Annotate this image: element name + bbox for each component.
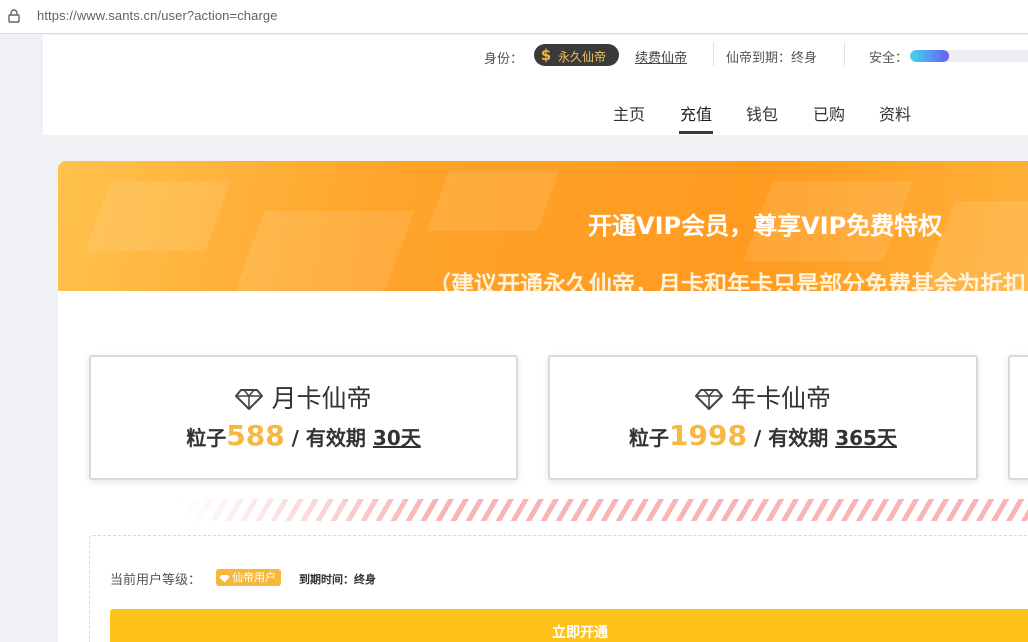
vip-banner: 开通VIP会员，尊享VIP免费特权 （建议开通永久仙帝，月卡和年卡只是部分免费其…	[58, 161, 1028, 291]
plan-title: 月卡仙帝	[91, 379, 516, 415]
level-badge: 仙帝用户	[216, 569, 281, 586]
validity-label: / 有效期	[746, 426, 836, 450]
validity-label: / 有效期	[284, 426, 373, 450]
decorative-stripes	[178, 499, 1028, 521]
banner-title: 开通VIP会员，尊享VIP免费特权	[588, 212, 943, 240]
price-value: 588	[226, 419, 285, 452]
diamond-icon	[694, 389, 723, 410]
identity-badge: $ 永久仙帝	[534, 44, 619, 66]
plan-card-yearly[interactable]: 年卡仙帝 粒子1998 / 有效期 365天	[548, 355, 978, 480]
identity-badge-label: 永久仙帝	[558, 50, 607, 64]
safety-label: 安全：	[869, 51, 909, 66]
plan-name: 月卡仙帝	[271, 384, 372, 413]
diamond-icon	[235, 389, 264, 410]
price-value: 1998	[669, 419, 747, 452]
level-badge-label: 仙帝用户	[232, 571, 276, 584]
divider	[844, 42, 845, 66]
lock-icon	[8, 9, 20, 23]
banner-decoration	[427, 171, 559, 231]
banner-decoration	[231, 211, 415, 291]
nav-recharge[interactable]: 充值	[680, 101, 712, 125]
banner-subtitle: （建议开通永久仙帝，月卡和年卡只是部分免费其余为折扣	[428, 272, 1026, 291]
dollar-coin-icon: $	[540, 46, 552, 64]
nav-wallet[interactable]: 钱包	[746, 101, 778, 125]
plan-card-partial[interactable]	[1008, 355, 1028, 480]
open-now-label: 立即开通	[552, 625, 608, 641]
main-content: 开通VIP会员，尊享VIP免费特权 （建议开通永久仙帝，月卡和年卡只是部分免费其…	[58, 161, 1028, 642]
browser-address-bar[interactable]: https://www.sants.cn/user?action=charge	[0, 0, 1028, 34]
identity-label: 身份：	[484, 52, 524, 67]
price-prefix: 粒子	[629, 426, 670, 450]
safety-progress-bar	[910, 50, 1028, 62]
plan-card-monthly[interactable]: 月卡仙帝 粒子588 / 有效期 30天	[89, 355, 518, 480]
plan-price: 粒子1998 / 有效期 365天	[550, 419, 976, 452]
url-text[interactable]: https://www.sants.cn/user?action=charge	[37, 8, 278, 23]
open-now-button[interactable]: 立即开通	[110, 609, 1028, 642]
nav-purchased[interactable]: 已购	[813, 101, 845, 125]
expire-text: 仙帝到期：终身	[726, 51, 818, 66]
divider	[713, 42, 714, 66]
validity-value: 365天	[835, 426, 897, 450]
banner-decoration	[85, 181, 231, 251]
plan-price: 粒子588 / 有效期 30天	[91, 419, 516, 452]
user-header: 身份： $ 永久仙帝 续费仙帝 仙帝到期：终身 安全： 主页 充值 钱包 已购 …	[43, 35, 1028, 135]
nav-profile[interactable]: 资料	[879, 101, 911, 125]
validity-value: 30天	[372, 426, 421, 450]
membership-status-panel: 当前用户等级： 仙帝用户 到期时间：终身 立即开通	[89, 535, 1028, 642]
diamond-icon	[219, 574, 230, 583]
safety-progress-fill	[910, 50, 949, 62]
renew-link[interactable]: 续费仙帝	[635, 47, 687, 66]
plan-name: 年卡仙帝	[730, 384, 831, 413]
plan-title: 年卡仙帝	[550, 379, 976, 415]
current-level-label: 当前用户等级：	[110, 573, 202, 588]
nav-home[interactable]: 主页	[613, 101, 645, 125]
nav-active-indicator	[679, 131, 713, 134]
price-prefix: 粒子	[186, 426, 227, 450]
expiry-info: 到期时间：终身	[299, 573, 376, 586]
